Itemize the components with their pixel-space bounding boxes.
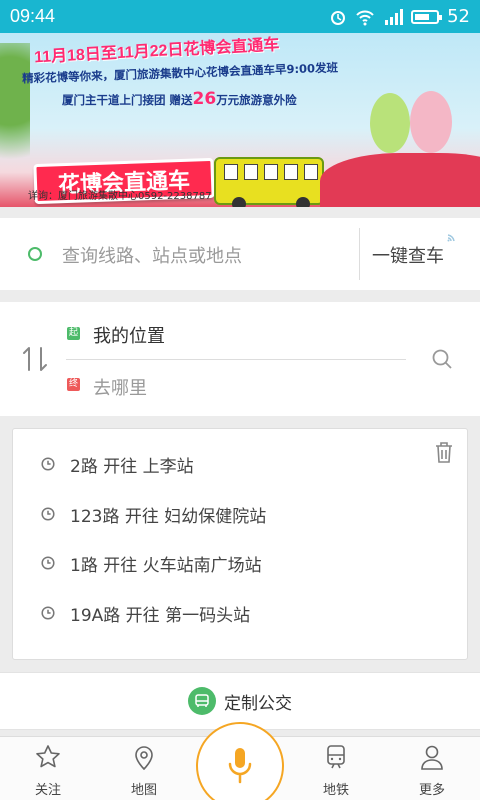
destination-field[interactable]: 去哪里 — [93, 374, 147, 400]
quick-check-button[interactable]: 一键查车 — [372, 242, 444, 268]
promo-banner[interactable]: 11月18日至11月22日花博会直通车 精彩花博等你来，厦门旅游集散中心花博会直… — [0, 33, 480, 207]
battery-level: 52 — [447, 6, 470, 27]
mascot-figure — [370, 93, 410, 153]
history-item[interactable]: 1路 开往 火车站南广场站 — [13, 543, 413, 583]
microphone-icon — [228, 748, 252, 784]
signal-icon — [385, 8, 404, 25]
search-card: 查询线路、站点或地点 一键查车 — [0, 218, 480, 290]
banner-line3: 厦门主干道上门接团 赠送26万元旅游意外险 — [62, 89, 297, 109]
status-icons: 52 — [329, 6, 470, 27]
divider — [66, 359, 406, 360]
search-input[interactable]: 查询线路、站点或地点 — [62, 242, 242, 268]
nav-subway-label: 地铁 — [322, 783, 349, 798]
history-item-text: 19A路 开往 第一码头站 — [70, 605, 251, 626]
nav-follow[interactable]: 关注 — [13, 743, 83, 798]
tree-decoration — [0, 43, 30, 203]
origin-field[interactable]: 我的位置 — [93, 322, 165, 348]
map-pin-icon — [135, 746, 153, 771]
start-tag: 起 — [67, 327, 80, 340]
custom-bus-label: 定制公交 — [224, 693, 292, 714]
user-icon — [421, 745, 443, 770]
status-time: 09:44 — [10, 6, 56, 26]
clock-icon — [41, 457, 55, 471]
history-item-text: 123路 开往 妇幼保健院站 — [70, 506, 267, 527]
banner-amount: 26 — [192, 89, 217, 109]
battery-icon — [411, 9, 443, 24]
nav-map[interactable]: 地图 — [109, 743, 179, 798]
swap-icon[interactable] — [22, 344, 48, 374]
flowerbed — [320, 153, 480, 207]
status-bar: 09:44 52 — [0, 0, 480, 33]
clock-icon — [41, 605, 55, 620]
bus-illustration — [214, 157, 324, 207]
end-tag: 终 — [67, 378, 80, 391]
wifi-icon — [356, 10, 374, 25]
voice-search-button[interactable] — [196, 722, 284, 800]
star-icon — [36, 745, 60, 768]
banner-line3-prefix: 厦门主干道上门接团 赠送 — [62, 93, 193, 107]
subway-icon — [327, 745, 345, 769]
trash-icon[interactable] — [434, 441, 454, 463]
circle-icon — [28, 247, 42, 261]
divider — [359, 228, 360, 280]
mascot-figure — [410, 91, 452, 153]
alarm-icon — [331, 10, 346, 25]
banner-consult: 详询：厦门旅游集散中心0592-2238787 — [28, 191, 212, 202]
nav-more-label: 更多 — [418, 783, 445, 798]
history-item[interactable]: 2路 开往 上李站 — [13, 444, 413, 484]
nav-more[interactable]: 更多 — [397, 743, 467, 798]
nav-map-label: 地图 — [130, 783, 157, 798]
nav-subway[interactable]: 地铁 — [301, 743, 371, 798]
history-item-text: 1路 开往 火车站南广场站 — [70, 556, 262, 576]
clock-icon — [41, 506, 55, 521]
nav-follow-label: 关注 — [34, 783, 61, 798]
history-item-text: 2路 开往 上李站 — [70, 457, 194, 477]
history-item[interactable]: 123路 开往 妇幼保健院站 — [13, 494, 413, 534]
bus-icon — [188, 687, 216, 715]
history-card: 2路 开往 上李站 123路 开往 妇幼保健院站 1路 开往 火车站南广场站 19A路… — [12, 428, 468, 660]
history-item[interactable]: 19A路 开往 第一码头站 — [13, 593, 413, 633]
search-icon[interactable] — [432, 349, 452, 369]
clock-icon — [41, 556, 55, 570]
banner-line3-suffix: 万元旅游意外险 — [216, 93, 297, 107]
route-planner-card: 起 我的位置 终 去哪里 — [0, 302, 480, 416]
broadcast-icon — [447, 234, 455, 242]
